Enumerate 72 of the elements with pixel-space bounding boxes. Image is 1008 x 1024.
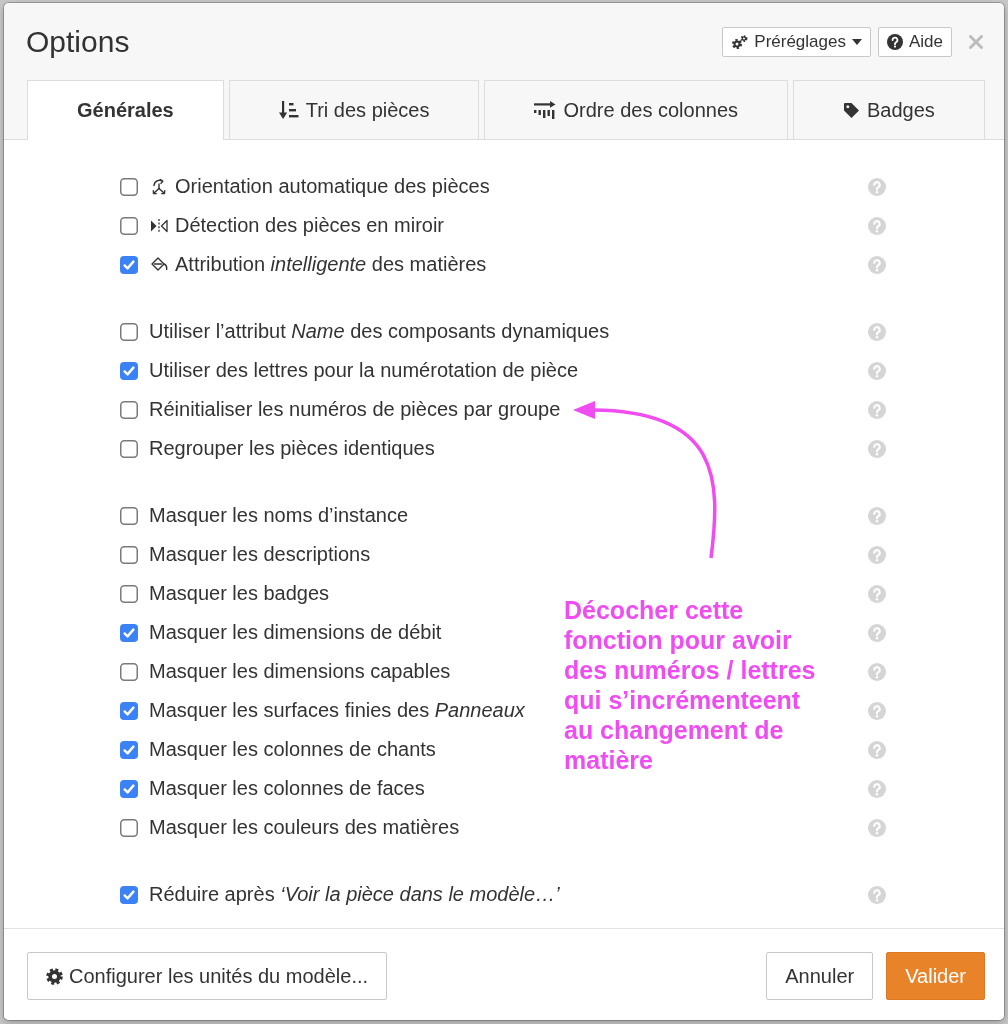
axes-arrows-icon xyxy=(150,177,168,196)
tab[interactable]: Badges xyxy=(793,80,985,139)
option-label: Masquer les dimensions capables xyxy=(149,660,451,683)
checkbox[interactable] xyxy=(120,740,138,759)
checkbox[interactable] xyxy=(120,701,138,720)
checkbox[interactable] xyxy=(120,506,138,525)
option-label: Masquer les noms d’instance xyxy=(149,504,408,527)
help-icon[interactable] xyxy=(868,177,886,196)
help-icon[interactable] xyxy=(868,216,886,235)
help-icon[interactable] xyxy=(868,740,886,759)
option-label: Utiliser l’attribut Name des composants dynamiques xyxy=(149,320,610,343)
help-icon[interactable] xyxy=(868,885,886,904)
checkbox[interactable] xyxy=(120,361,138,380)
help-icon[interactable] xyxy=(868,255,886,274)
cancel-button[interactable]: Annuler xyxy=(766,952,874,1000)
checkbox[interactable] xyxy=(120,322,138,341)
help-icon[interactable] xyxy=(868,361,886,380)
option-label: Détection des pièces en miroir xyxy=(175,214,444,237)
paint-bucket-icon xyxy=(150,256,168,273)
help-icon[interactable] xyxy=(868,623,886,642)
checkbox[interactable] xyxy=(120,779,138,798)
help-icon[interactable] xyxy=(868,584,886,603)
option-label: Réinitialiser les numéros de pièces par groupe xyxy=(149,398,561,421)
checkbox[interactable] xyxy=(120,400,138,419)
mirror-icon xyxy=(150,217,168,234)
gear-icon xyxy=(46,967,63,985)
checkbox[interactable] xyxy=(120,662,138,681)
option-label: Masquer les descriptions xyxy=(149,543,371,566)
help-button[interactable]: Aide xyxy=(877,26,952,57)
gears-icon xyxy=(731,33,749,50)
checkbox[interactable] xyxy=(120,255,138,274)
option-label: Masquer les surfaces finies des Panneaux xyxy=(149,699,525,722)
option-label: Attribution intelligente des matières xyxy=(175,253,487,276)
help-icon[interactable] xyxy=(868,506,886,525)
columns-arrow-icon xyxy=(534,101,557,119)
checkbox[interactable] xyxy=(120,885,138,904)
checkbox[interactable] xyxy=(120,584,138,603)
help-icon[interactable] xyxy=(868,322,886,341)
option-label: Masquer les badges xyxy=(149,582,330,605)
tab[interactable]: Ordre des colonnes xyxy=(484,80,789,139)
checkbox[interactable] xyxy=(120,216,138,235)
checkbox[interactable] xyxy=(120,623,138,642)
checkbox[interactable] xyxy=(120,439,138,458)
sort-icon xyxy=(278,100,299,120)
checkbox[interactable] xyxy=(120,545,138,564)
close-icon[interactable] xyxy=(969,34,983,49)
help-icon[interactable] xyxy=(868,779,886,798)
caret-icon xyxy=(851,38,862,45)
option-label: Masquer les couleurs des matières xyxy=(149,816,460,839)
option-label: Masquer les colonnes de chants xyxy=(149,738,436,761)
help-icon[interactable] xyxy=(868,701,886,720)
option-label: Masquer les dimensions de débit xyxy=(149,621,442,644)
tab[interactable]: Tri des pièces xyxy=(228,80,480,139)
help-icon[interactable] xyxy=(868,400,886,419)
option-label: Orientation automatique des pièces xyxy=(175,175,490,198)
dialog-title: Options xyxy=(26,24,130,59)
question-circle-icon xyxy=(886,33,903,50)
help-icon[interactable] xyxy=(868,545,886,564)
option-label: Réduire après ‘Voir la pièce dans le modèle…’ xyxy=(149,883,560,906)
annotation-text: Décocher cette fonction pour avoir des numéros / lettres qui s’incrémenteent au changement de matière xyxy=(564,595,817,775)
help-icon[interactable] xyxy=(868,439,886,458)
checkbox[interactable] xyxy=(120,177,138,196)
option-label: Regrouper les pièces identiques xyxy=(149,437,435,460)
option-label: Utiliser des lettres pour la numérotation de pièce xyxy=(149,359,579,382)
tab[interactable]: Générales xyxy=(27,80,224,140)
tag-icon xyxy=(843,101,861,119)
help-icon[interactable] xyxy=(868,818,886,837)
checkbox[interactable] xyxy=(120,818,138,837)
option-label: Masquer les colonnes de faces xyxy=(149,777,425,800)
units-button[interactable]: Configurer les unités du modèle... xyxy=(27,952,388,1000)
help-icon[interactable] xyxy=(868,662,886,681)
presets-button[interactable]: Préréglages xyxy=(722,26,871,57)
